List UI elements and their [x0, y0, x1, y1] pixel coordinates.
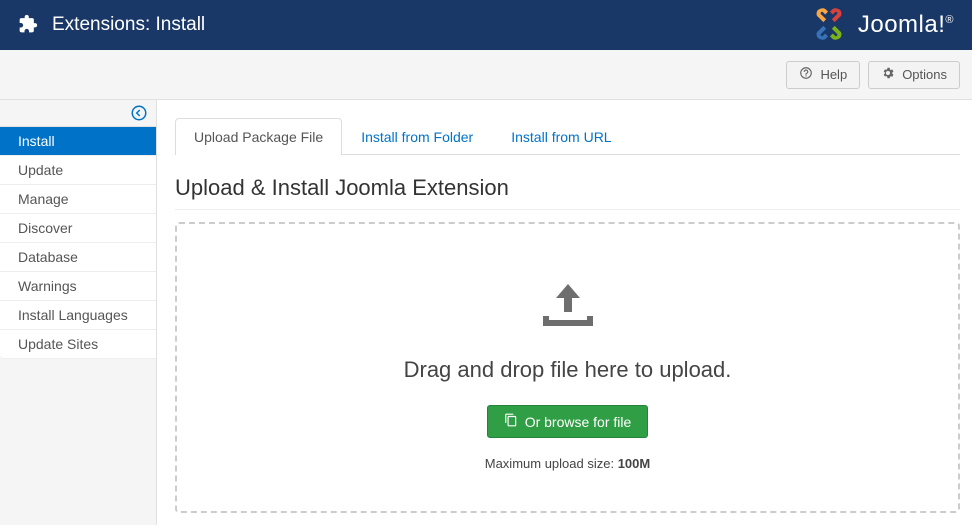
options-label: Options [902, 67, 947, 82]
max-upload-size: Maximum upload size: 100M [197, 456, 938, 471]
options-button[interactable]: Options [868, 61, 960, 89]
section-heading: Upload & Install Joomla Extension [175, 175, 960, 210]
header-left: Extensions: Install [18, 14, 205, 37]
tabs: Upload Package FileInstall from FolderIn… [175, 118, 960, 155]
copy-icon [504, 413, 518, 430]
sidebar-item-warnings[interactable]: Warnings [0, 272, 156, 301]
upload-icon [543, 314, 593, 329]
puzzle-icon [18, 14, 38, 37]
tab-upload-package-file[interactable]: Upload Package File [175, 118, 342, 155]
drop-text: Drag and drop file here to upload. [197, 357, 938, 383]
upload-dropzone[interactable]: Drag and drop file here to upload. Or br… [175, 222, 960, 513]
help-button[interactable]: Help [786, 61, 860, 89]
sidebar-item-manage[interactable]: Manage [0, 185, 156, 214]
sidebar-item-install-languages[interactable]: Install Languages [0, 301, 156, 330]
sidebar-item-database[interactable]: Database [0, 243, 156, 272]
question-icon [799, 66, 813, 83]
sidebar-collapse-button[interactable] [0, 100, 156, 127]
page-title: Extensions: Install [52, 14, 205, 36]
sidebar-item-discover[interactable]: Discover [0, 214, 156, 243]
help-label: Help [820, 67, 847, 82]
toolbar: Help Options [0, 50, 972, 100]
brand-logo: Joomla!® [810, 5, 954, 46]
tab-install-from-url[interactable]: Install from URL [492, 118, 630, 155]
brand-text: Joomla!® [858, 11, 954, 39]
tab-install-from-folder[interactable]: Install from Folder [342, 118, 492, 155]
sidebar-item-update-sites[interactable]: Update Sites [0, 330, 156, 359]
sidebar-item-install[interactable]: Install [0, 127, 156, 156]
main-content: Upload Package FileInstall from FolderIn… [157, 100, 972, 525]
sidebar-item-update[interactable]: Update [0, 156, 156, 185]
browse-label: Or browse for file [525, 414, 632, 430]
layout: InstallUpdateManageDiscoverDatabaseWarni… [0, 100, 972, 525]
joomla-icon [810, 5, 848, 46]
browse-button[interactable]: Or browse for file [487, 405, 649, 438]
gear-icon [881, 66, 895, 83]
top-header: Extensions: Install Joomla!® [0, 0, 972, 50]
sidebar: InstallUpdateManageDiscoverDatabaseWarni… [0, 100, 157, 525]
